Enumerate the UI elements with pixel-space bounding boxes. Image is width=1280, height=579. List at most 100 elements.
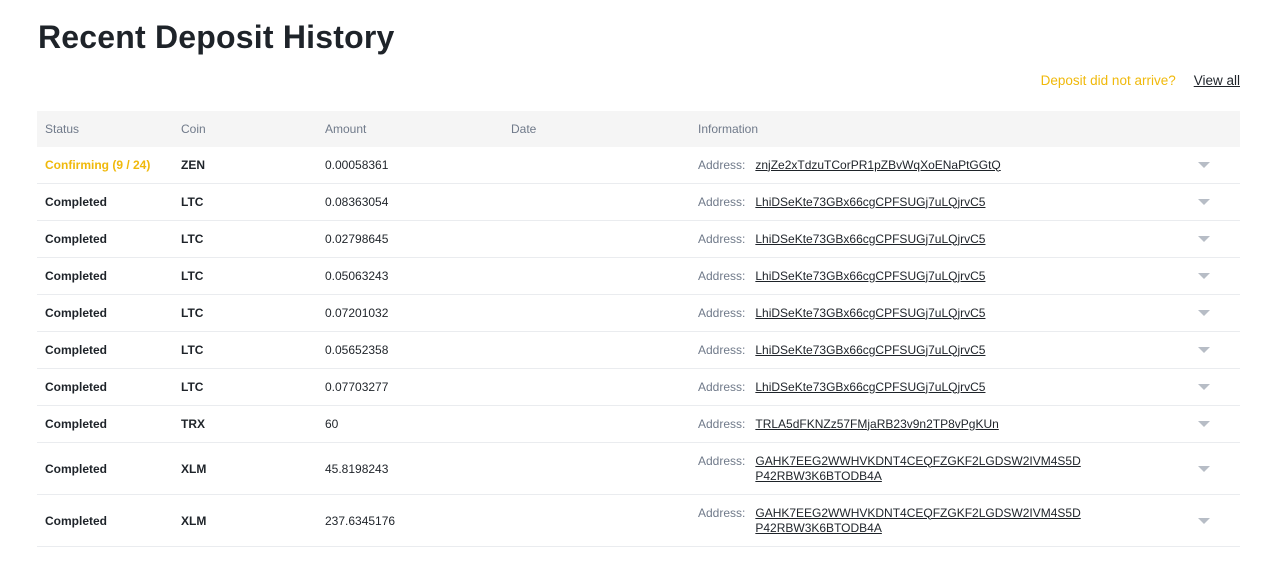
coin-text: LTC [181,306,204,320]
address-info: Address: GAHK7EEG2WWHVKDNT4CEQFZGKF2LGDSW… [698,506,1168,536]
chevron-down-icon[interactable] [1198,273,1210,279]
expand-toggle[interactable] [1168,421,1240,427]
chevron-down-icon[interactable] [1198,347,1210,353]
chevron-down-icon[interactable] [1198,162,1210,168]
header-coin: Coin [181,122,206,136]
expand-toggle[interactable] [1168,162,1240,168]
address-label: Address: [698,416,746,431]
coin-text: LTC [181,195,204,209]
address-info: Address: LhiDSeKte73GBx66cgCPFSUGj7uLQjrv… [698,232,1168,247]
status-text: Completed [45,417,108,431]
address-info: Address: TRLA5dFKNZz57FMjaRB23v9n2TP8vPgK… [698,417,1168,432]
deposit-history-table: Status Coin Amount Date Information Conf… [37,111,1240,547]
table-row[interactable]: Confirming (9 / 24) ZEN 0.00058361 Address:… [37,147,1240,184]
address-link[interactable]: TRLA5dFKNZz57FMjaRB23v9n2TP8vPgKUn [755,417,1085,432]
expand-toggle[interactable] [1168,310,1240,316]
table-header: Status Coin Amount Date Information [37,111,1240,147]
address-label: Address: [698,379,746,394]
address-label: Address: [698,231,746,246]
status-text: Completed [45,269,108,283]
coin-text: XLM [181,461,207,476]
coin-text: ZEN [181,158,205,172]
address-info: Address: LhiDSeKte73GBx66cgCPFSUGj7uLQjrv… [698,195,1168,210]
table-row[interactable]: Completed LTC 0.05652358 Address: LhiDSeKte7… [37,332,1240,369]
address-label: Address: [698,453,746,468]
chevron-down-icon[interactable] [1198,236,1210,242]
amount-text: 0.05652358 [325,343,389,357]
table-row[interactable]: Completed LTC 0.02798645 Address: LhiDSeKte7… [37,221,1240,258]
address-link[interactable]: znjZe2xTdzuTCorPR1pZBvWqXoENaPtGGtQ [755,158,1085,173]
address-info: Address: LhiDSeKte73GBx66cgCPFSUGj7uLQjrv… [698,306,1168,321]
expand-toggle[interactable] [1168,236,1240,242]
address-link[interactable]: LhiDSeKte73GBx66cgCPFSUGj7uLQjrvC5 [755,232,1085,247]
address-link[interactable]: GAHK7EEG2WWHVKDNT4CEQFZGKF2LGDSW2IVM4S5D… [755,454,1085,484]
chevron-down-icon[interactable] [1198,421,1210,427]
chevron-down-icon[interactable] [1198,199,1210,205]
page-title: Recent Deposit History [38,19,395,55]
status-text: Completed [45,461,108,476]
table-row[interactable]: Completed TRX 60 Address: TRLA5dFKNZz57FMjaR… [37,406,1240,443]
address-link[interactable]: LhiDSeKte73GBx66cgCPFSUGj7uLQjrvC5 [755,343,1085,358]
address-label: Address: [698,268,746,283]
coin-text: LTC [181,380,204,394]
expand-toggle[interactable] [1168,517,1240,524]
address-label: Address: [698,342,746,357]
status-text: Completed [45,513,108,528]
address-link[interactable]: LhiDSeKte73GBx66cgCPFSUGj7uLQjrvC5 [755,306,1085,321]
address-link[interactable]: GAHK7EEG2WWHVKDNT4CEQFZGKF2LGDSW2IVM4S5D… [755,506,1085,536]
address-link[interactable]: LhiDSeKte73GBx66cgCPFSUGj7uLQjrvC5 [755,380,1085,395]
expand-toggle[interactable] [1168,273,1240,279]
header-date: Date [511,122,537,136]
table-row[interactable]: Completed XLM 45.8198243 Address: GAHK7EEG2W… [37,443,1240,495]
chevron-down-icon[interactable] [1198,310,1210,316]
status-text: Confirming (9 / 24) [45,158,151,172]
header-status: Status [45,122,80,136]
table-row[interactable]: Completed LTC 0.07703277 Address: LhiDSeKte7… [37,369,1240,406]
table-row[interactable]: Completed LTC 0.05063243 Address: LhiDSeKte7… [37,258,1240,295]
address-label: Address: [698,305,746,320]
coin-text: LTC [181,343,204,357]
amount-text: 0.07703277 [325,380,389,394]
chevron-down-icon[interactable] [1198,517,1210,524]
address-info: Address: GAHK7EEG2WWHVKDNT4CEQFZGKF2LGDSW… [698,454,1168,484]
amount-text: 0.05063243 [325,269,389,283]
expand-toggle[interactable] [1168,384,1240,390]
amount-text: 0.00058361 [325,158,389,172]
coin-text: TRX [181,417,205,431]
view-all-link[interactable]: View all [1194,73,1240,88]
address-link[interactable]: LhiDSeKte73GBx66cgCPFSUGj7uLQjrvC5 [755,195,1085,210]
top-links: Deposit did not arrive? View all [1041,73,1240,88]
status-text: Completed [45,195,108,209]
address-info: Address: LhiDSeKte73GBx66cgCPFSUGj7uLQjrv… [698,269,1168,284]
amount-text: 60 [325,417,339,431]
status-text: Completed [45,380,108,394]
header-information: Information [698,122,759,136]
amount-text: 45.8198243 [325,461,389,476]
table-row[interactable]: Completed XLM 237.6345176 Address: GAHK7EEG2… [37,495,1240,547]
amount-text: 0.07201032 [325,306,389,320]
address-info: Address: znjZe2xTdzuTCorPR1pZBvWqXoENaPtG… [698,158,1168,173]
amount-text: 237.6345176 [325,513,396,528]
coin-text: XLM [181,513,207,528]
address-label: Address: [698,505,746,520]
coin-text: LTC [181,269,204,283]
address-info: Address: LhiDSeKte73GBx66cgCPFSUGj7uLQjrv… [698,380,1168,395]
expand-toggle[interactable] [1168,465,1240,472]
address-label: Address: [698,194,746,209]
table-row[interactable]: Completed LTC 0.08363054 Address: LhiDSeKte7… [37,184,1240,221]
chevron-down-icon[interactable] [1198,465,1210,472]
amount-text: 0.02798645 [325,232,389,246]
expand-toggle[interactable] [1168,347,1240,353]
status-text: Completed [45,232,108,246]
table-row[interactable]: Completed LTC 0.07201032 Address: LhiDSeKte7… [37,295,1240,332]
deposit-not-arrived-link[interactable]: Deposit did not arrive? [1041,73,1176,88]
status-text: Completed [45,306,108,320]
address-info: Address: LhiDSeKte73GBx66cgCPFSUGj7uLQjrv… [698,343,1168,358]
coin-text: LTC [181,232,204,246]
table-body: Confirming (9 / 24) ZEN 0.00058361 Address:… [37,147,1240,547]
expand-toggle[interactable] [1168,199,1240,205]
address-label: Address: [698,157,746,172]
amount-text: 0.08363054 [325,195,389,209]
chevron-down-icon[interactable] [1198,384,1210,390]
address-link[interactable]: LhiDSeKte73GBx66cgCPFSUGj7uLQjrvC5 [755,269,1085,284]
